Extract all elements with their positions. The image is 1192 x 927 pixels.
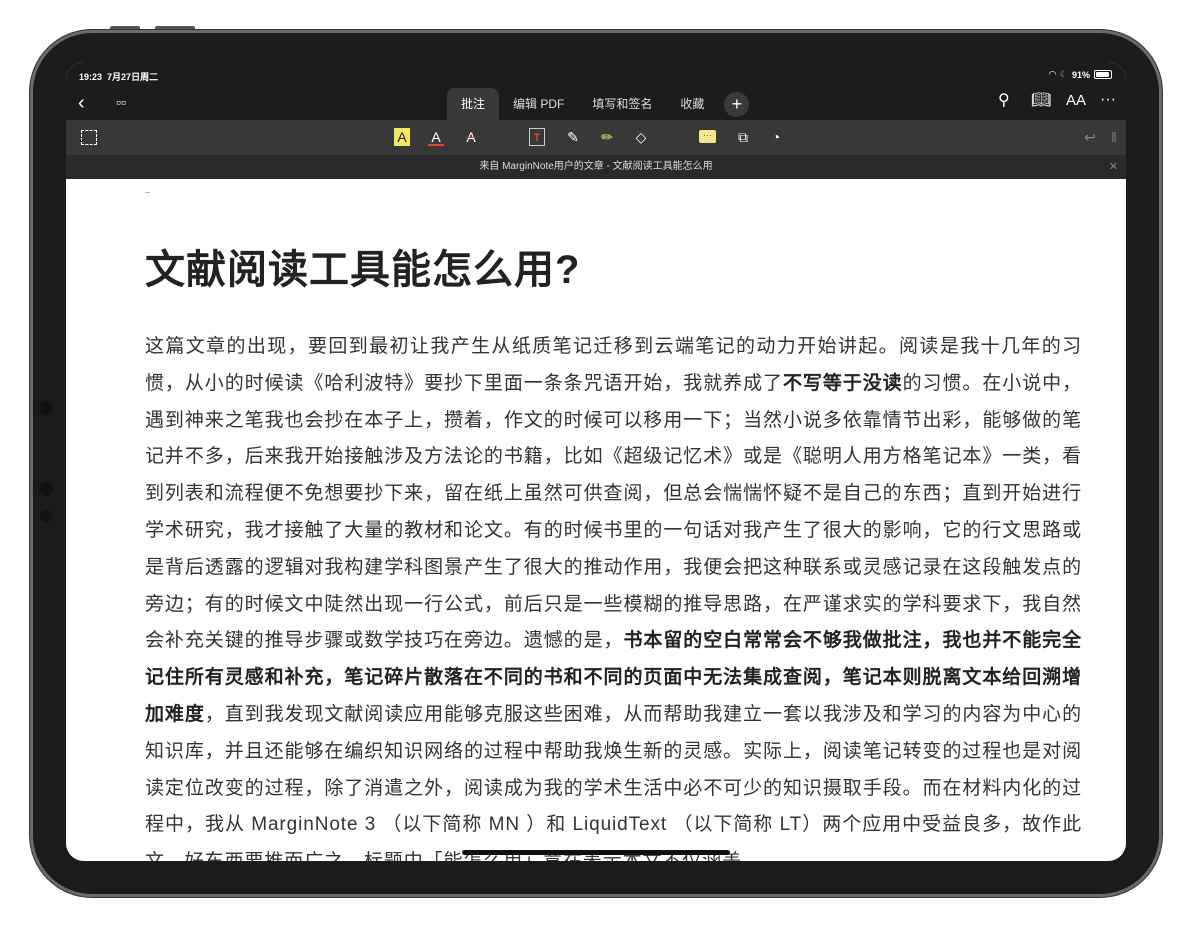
document-content: 文献阅读工具能怎么用? 这篇文章的出现，要回到最初让我产生从纸质笔记迁移到云端笔…	[66, 179, 1126, 861]
bold-text: 不写等于没读	[782, 372, 903, 394]
highlight-text-icon[interactable]: A	[394, 128, 410, 146]
add-tab-button[interactable]: +	[724, 91, 750, 117]
battery-icon	[1094, 70, 1112, 79]
lasso-select-icon[interactable]	[81, 130, 97, 145]
more-icon[interactable]: ···	[1100, 92, 1116, 108]
highlighter-icon[interactable]: ✏	[598, 128, 616, 146]
pencil-magnet	[39, 482, 53, 496]
shapes-icon[interactable]: ⧉	[734, 128, 752, 146]
pen-icon[interactable]: ✎	[564, 128, 582, 146]
tab-fill-sign[interactable]: 填写和签名	[578, 88, 666, 120]
annotation-toolbar: A A A T ✎ ✏ ◇ ··· ⧉ ◔ ↩ ‖	[66, 120, 1126, 155]
divider	[145, 192, 150, 193]
pencil-magnet	[39, 401, 53, 415]
comment-icon[interactable]: ···	[699, 130, 716, 143]
search-icon[interactable]: ⚲	[998, 93, 1010, 109]
sticker-icon[interactable]: ◔	[767, 128, 785, 146]
underline-text-icon[interactable]: A	[428, 128, 444, 146]
home-indicator[interactable]	[462, 850, 730, 855]
document-title: 来自 MarginNote用户的文章 - 文献阅读工具能怎么用	[479, 161, 713, 172]
toolbar-drag-handle[interactable]: ‖	[1111, 128, 1117, 146]
screen: 19:23 7月27日周二 ◠ ☾ 91% ‹ ▫▫ 批注 编辑 PDF 填写和…	[66, 62, 1126, 861]
eraser-icon[interactable]: ◇	[632, 128, 650, 146]
text-box-icon[interactable]: T	[529, 128, 545, 146]
nav-bar: ‹ ▫▫ 批注 编辑 PDF 填写和签名 收藏 + ⚲ 📖︎ AA ···	[66, 84, 1126, 120]
article-title: 文献阅读工具能怎么用?	[145, 248, 581, 292]
text-size-button[interactable]: AA	[1066, 93, 1086, 108]
mode-tabs: 批注 编辑 PDF 填写和签名 收藏 +	[447, 88, 750, 120]
tab-edit-pdf[interactable]: 编辑 PDF	[499, 88, 578, 120]
article-paragraph: 这篇文章的出现，要回到最初让我产生从纸质笔记迁移到云端笔记的动力开始讲起。阅读是…	[145, 329, 1082, 861]
back-icon[interactable]: ‹	[78, 93, 85, 113]
tab-annotate[interactable]: 批注	[447, 88, 500, 120]
moon-icon: ☾	[1059, 69, 1068, 79]
undo-icon[interactable]: ↩	[1081, 128, 1099, 146]
wifi-icon: ◠	[1048, 69, 1056, 79]
book-icon[interactable]: 📖︎	[1031, 93, 1051, 109]
strikethrough-icon[interactable]: A	[463, 128, 479, 146]
tab-favorites[interactable]: 收藏	[666, 88, 718, 120]
paragraph-text: ，直到我发现文献阅读应用能够克服这些困难，从而帮助我建立一套以我涉及和学习的内容…	[145, 703, 1082, 861]
status-time: 19:23	[79, 72, 103, 82]
paragraph-text: 的习惯。在小说中，遇到神来之笔我也会抄在本子上，攒着，作文的时候可以移用一下；当…	[145, 372, 1082, 652]
status-bar: 19:23 7月27日周二 ◠ ☾ 91%	[66, 62, 1126, 84]
document-title-banner: 来自 MarginNote用户的文章 - 文献阅读工具能怎么用 ✕	[66, 155, 1126, 179]
close-icon[interactable]: ✕	[1109, 155, 1118, 179]
battery-percent: 91%	[1071, 69, 1090, 80]
status-date: 7月27日周二	[107, 72, 159, 82]
pencil-magnet	[40, 510, 52, 522]
grid-icon[interactable]: ▫▫	[116, 95, 126, 109]
